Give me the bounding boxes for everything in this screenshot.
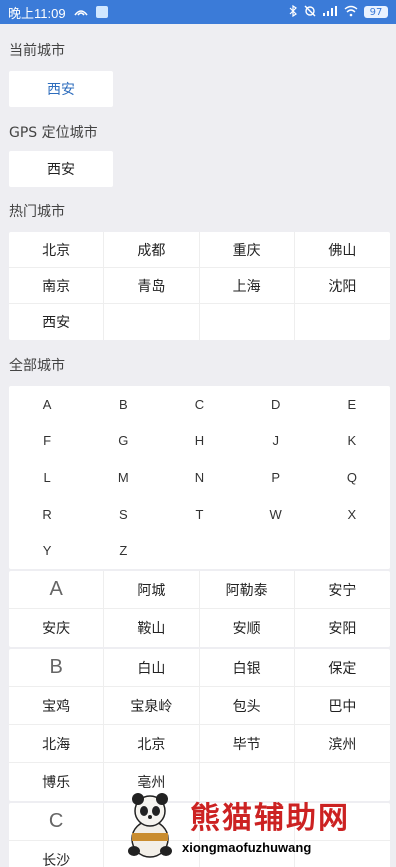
hot-city-item[interactable]: 成都 [104,232,200,268]
city-item[interactable]: 毕节 [200,725,295,762]
city-item[interactable]: 白山 [104,649,200,686]
city-item[interactable]: 安庆 [9,609,105,647]
status-time: 晚上11:09 [8,5,66,21]
hot-city-item[interactable]: 沈阳 [294,268,390,304]
city-item[interactable]: 鞍山 [104,609,200,647]
all-city-title: 全部城市 [9,358,65,374]
current-city-title: 当前城市 [9,43,65,59]
city-item[interactable]: 安阳 [295,609,390,647]
city-item[interactable]: 宝鸡 [9,687,105,724]
city-item[interactable]: 包头 [200,687,295,724]
hot-city-item[interactable]: 南京 [9,268,105,304]
watermark-english: xiongmaofuzhuwang [182,840,312,855]
group-letter-header: C [9,803,105,840]
city-row: A 阿城 阿勒泰 安宁 [9,571,390,609]
alphabet-letter[interactable]: B [85,386,161,423]
alphabet-letter[interactable]: X [314,496,390,533]
hot-city-grid: 北京 成都 重庆 佛山南京 青岛 上海 沈阳西安 [9,232,390,340]
status-bar: 晚上11:09 97 [0,0,396,24]
city-item[interactable]: 安顺 [200,609,295,647]
city-item[interactable]: 阿城 [104,571,200,608]
city-row: 安庆 鞍山 安顺 安阳 [9,609,390,647]
alphabet-index: ABCDE FGHJK LMNPQ RSTWX YZ [9,386,390,569]
alphabet-letter[interactable] [314,532,390,569]
hot-city-title: 热门城市 [9,204,65,220]
city-group: B 白山 白银 保定 宝鸡 宝泉岭 包头 巴中 北海 北京 毕节 滨州 博乐 亳州 [9,649,390,801]
hot-city-item[interactable]: 青岛 [104,268,200,304]
alphabet-letter[interactable]: A [9,386,85,423]
hot-city-item[interactable] [295,304,390,340]
alphabet-letter[interactable]: G [85,423,161,460]
watermark-chinese: 熊猫辅助网 [190,801,350,836]
alphabet-letter[interactable]: E [314,386,390,423]
city-item[interactable]: 巴中 [295,687,390,724]
alphabet-letter[interactable]: S [85,496,161,533]
alphabet-letter[interactable]: T [161,496,237,533]
alphabet-letter[interactable]: Z [85,532,161,569]
city-item[interactable]: 长沙 [9,841,105,867]
city-item[interactable]: 宝泉岭 [104,687,200,724]
hot-city-item[interactable]: 西安 [9,304,105,340]
bluetooth-icon [288,4,298,20]
alphabet-letter[interactable]: Q [314,459,390,496]
hot-city-item[interactable]: 重庆 [199,232,295,268]
city-item[interactable]: 北海 [9,725,105,762]
current-city-button[interactable]: 西安 [9,71,113,107]
alphabet-letter[interactable]: P [238,459,314,496]
group-letter-header: A [9,571,105,608]
alphabet-letter[interactable] [161,532,237,569]
group-letter-header: B [9,649,105,686]
alphabet-letter[interactable]: Y [9,532,85,569]
city-item[interactable]: 保定 [295,649,390,686]
alphabet-letter[interactable]: R [9,496,85,533]
city-row: 北海 北京 毕节 滨州 [9,725,390,763]
city-item[interactable]: 安宁 [295,571,390,608]
city-group: A 阿城 阿勒泰 安宁 安庆 鞍山 安顺 安阳 [9,571,390,647]
hot-city-item[interactable] [104,304,200,340]
battery-indicator: 97 [364,6,388,18]
alphabet-letter[interactable]: D [238,386,314,423]
alphabet-letter[interactable]: F [9,423,85,460]
alphabet-letter[interactable]: L [9,459,85,496]
wifi-icon [344,5,358,20]
city-row: 宝鸡 宝泉岭 包头 巴中 [9,687,390,725]
city-item[interactable]: 滨州 [295,725,390,762]
gps-city-title: GPS 定位城市 [9,125,98,141]
hot-city-item[interactable]: 上海 [199,268,295,304]
city-item[interactable]: 北京 [104,725,200,762]
alphabet-letter[interactable]: W [238,496,314,533]
alphabet-letter[interactable]: J [238,423,314,460]
alphabet-letter[interactable] [238,532,314,569]
city-row: B 白山 白银 保定 [9,649,390,687]
panda-logo-icon [120,789,180,859]
hot-city-item[interactable] [200,304,295,340]
hot-city-item[interactable]: 佛山 [294,232,390,268]
gps-city-button[interactable]: 西安 [9,151,113,187]
app-icon [95,6,108,18]
hot-city-item[interactable]: 北京 [9,232,105,268]
watermark: 熊猫辅助网 xiongmaofuzhuwang [120,789,390,859]
alphabet-letter[interactable]: H [161,423,237,460]
city-item[interactable]: 白银 [200,649,295,686]
city-item[interactable]: 阿勒泰 [200,571,295,608]
alphabet-letter[interactable]: N [161,459,237,496]
signal-icon [73,6,88,19]
silent-icon [304,5,316,20]
alphabet-letter[interactable]: K [314,423,390,460]
cell-signal-icon [322,5,338,20]
alphabet-letter[interactable]: C [161,386,237,423]
alphabet-letter[interactable]: M [85,459,161,496]
city-item[interactable]: 博乐 [9,763,105,801]
